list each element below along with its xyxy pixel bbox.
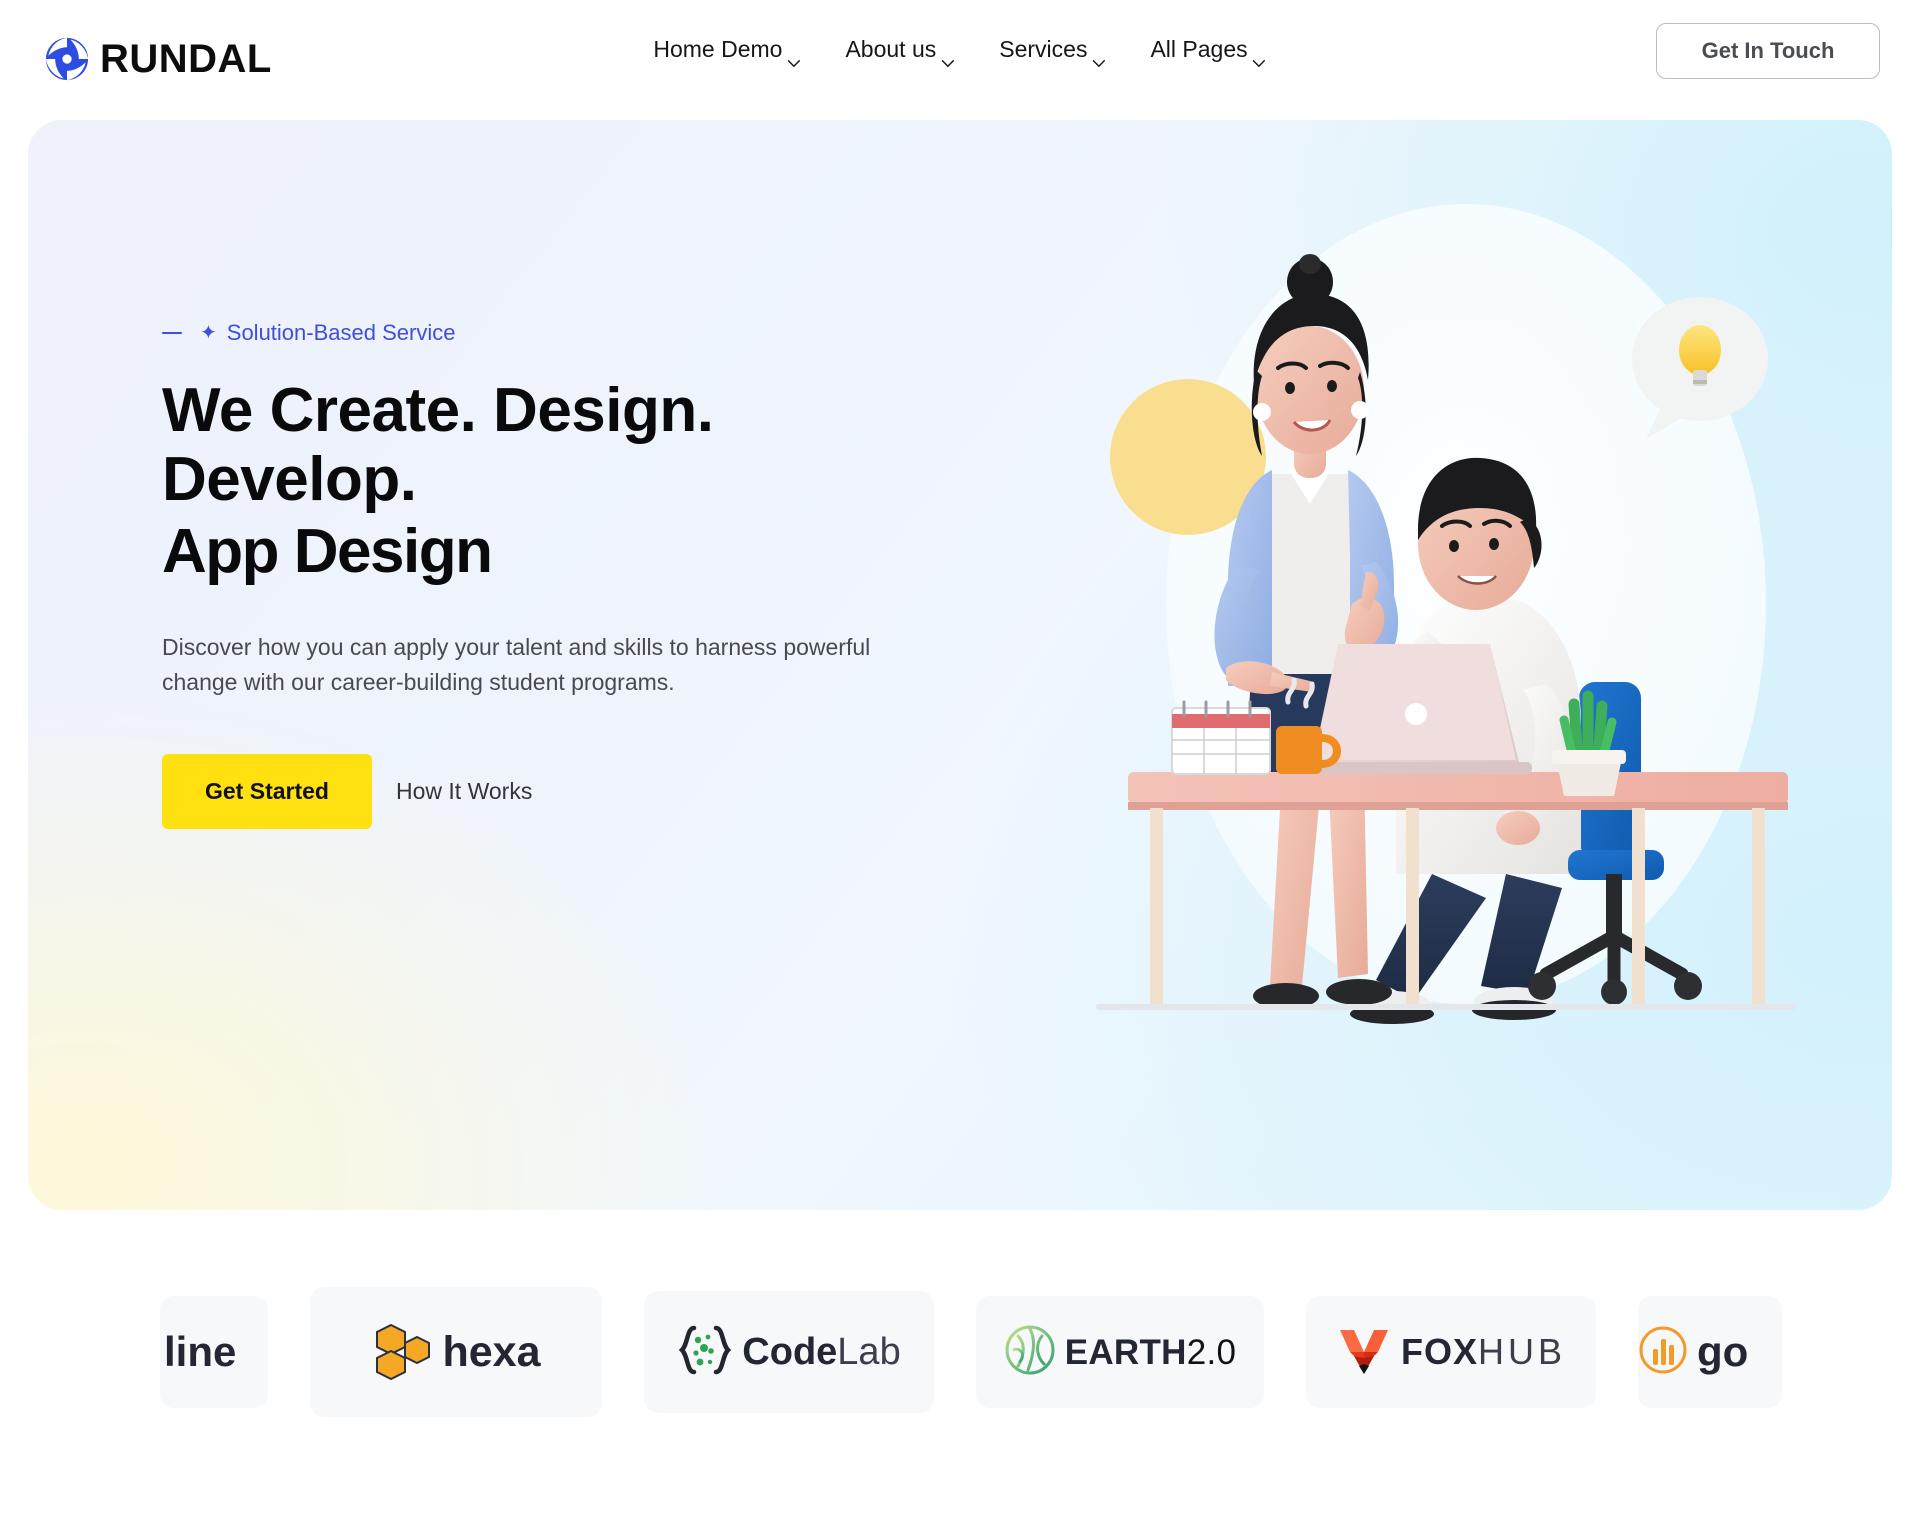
- dash-icon: [162, 332, 182, 334]
- brand-logo-link[interactable]: RUNDAL: [40, 32, 272, 86]
- headline-line-2: Develop.: [162, 445, 417, 515]
- hero-eyebrow-label: Solution-Based Service: [226, 320, 456, 345]
- how-it-works-link[interactable]: How It Works: [396, 778, 532, 805]
- logo-card-foxhub[interactable]: FOXHUB: [1306, 1296, 1596, 1408]
- hero-headline: We Create. Design. Develop. App Design: [162, 376, 952, 586]
- nav-label: Services: [999, 36, 1088, 62]
- chevron-down-icon: [1252, 47, 1267, 68]
- nav-label: All Pages: [1150, 36, 1248, 62]
- hero-copy: ✦ Solution-Based Service We Create. Desi…: [162, 320, 952, 830]
- logo-text-line: line: [164, 1328, 237, 1375]
- curly-braces-dots-icon: [677, 1322, 733, 1383]
- logo-text-foxhub: FOXHUB: [1400, 1331, 1567, 1372]
- brand-name: RUNDAL: [100, 37, 272, 81]
- nav-item-about-us[interactable]: About us: [845, 36, 955, 68]
- nav-label: About us: [845, 36, 937, 62]
- circle-bars-icon: [1638, 1325, 1688, 1380]
- logo-card-codelab[interactable]: CodeLab: [644, 1291, 934, 1413]
- logo-card-line-partial[interactable]: line: [160, 1296, 268, 1408]
- hero-actions: Get Started How It Works: [162, 754, 952, 830]
- team-collaboration-3d-illustration: [1076, 174, 1836, 1114]
- chevron-down-icon: [940, 47, 955, 68]
- nav-item-home-demo[interactable]: Home Demo: [653, 36, 801, 68]
- hero-section: ✦ Solution-Based Service We Create. Desi…: [28, 120, 1892, 1210]
- get-in-touch-button[interactable]: Get In Touch: [1656, 23, 1880, 79]
- fox-head-icon: [1336, 1322, 1392, 1383]
- rundal-swirl-logo-icon: [40, 32, 94, 86]
- logo-text-earth20: EARTH2.0: [1064, 1332, 1237, 1372]
- chevron-down-icon: [1091, 47, 1106, 68]
- logo-card-go[interactable]: go: [1638, 1296, 1782, 1408]
- site-header: RUNDAL Home Demo About us Services All P…: [0, 0, 1920, 120]
- headline-line-1: We Create. Design.: [162, 376, 714, 445]
- headline-line-3: App Design: [162, 516, 493, 586]
- nav-label: Home Demo: [653, 36, 783, 62]
- logo-text-codelab: CodeLab: [742, 1331, 901, 1373]
- desk-calendar: [1171, 700, 1271, 775]
- globe-icon: [1004, 1324, 1056, 1381]
- hero-description: Discover how you can apply your talent a…: [162, 634, 871, 695]
- chevron-down-icon: [786, 47, 801, 68]
- nav-item-all-pages[interactable]: All Pages: [1150, 36, 1267, 68]
- partner-logos-marquee: line hexa CodeLab EARTH2.0 FOXHUB go: [0, 1262, 1920, 1442]
- hexagon-cluster-icon: [371, 1319, 433, 1386]
- hero-eyebrow: ✦ Solution-Based Service: [162, 320, 952, 346]
- sparkle-icon: ✦: [200, 322, 217, 344]
- logo-text-hexa: hexa: [442, 1327, 541, 1376]
- logo-card-hexa[interactable]: hexa: [310, 1287, 602, 1417]
- nav-item-services[interactable]: Services: [999, 36, 1106, 68]
- main-navigation: Home Demo About us Services All Pages: [653, 36, 1267, 68]
- logo-card-earth20[interactable]: EARTH2.0: [976, 1296, 1264, 1408]
- logo-text-go: go: [1697, 1328, 1749, 1375]
- get-started-button[interactable]: Get Started: [162, 754, 372, 830]
